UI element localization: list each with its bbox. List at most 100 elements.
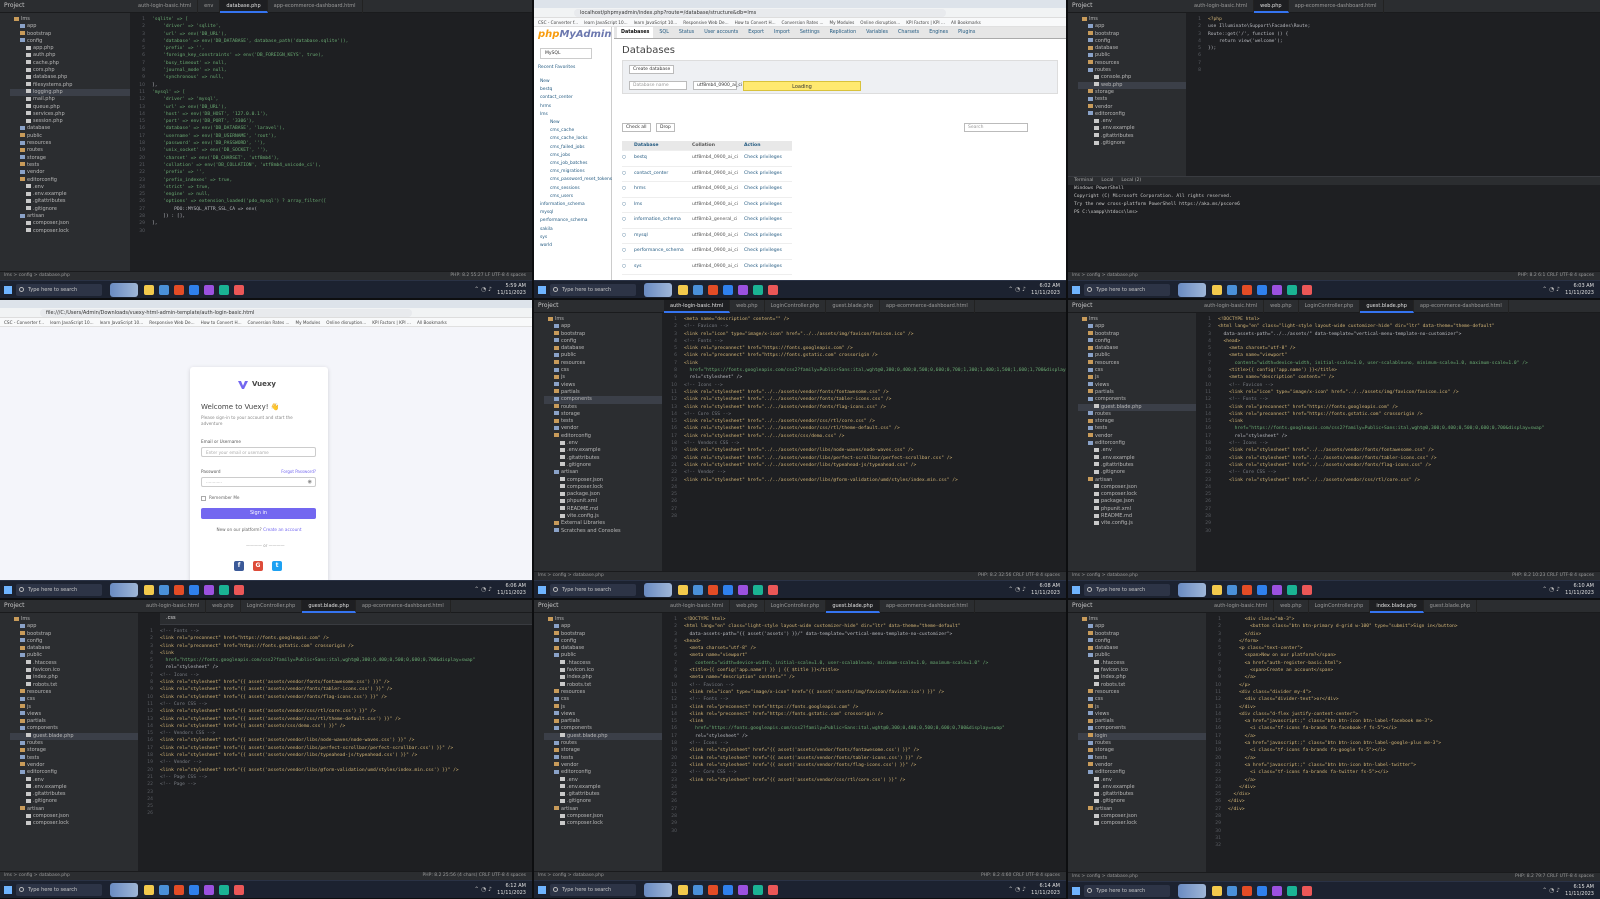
tree-item[interactable]: tests [10, 755, 138, 762]
server-select[interactable]: MySQL [540, 48, 592, 59]
tree-item[interactable]: composer.lock [10, 820, 138, 827]
system-tray[interactable]: ⌃ ◔ ♪ [474, 586, 492, 593]
app-icon[interactable] [768, 285, 778, 295]
terminal-tab[interactable]: Terminal [1074, 177, 1093, 185]
tree-item[interactable]: js [544, 374, 662, 381]
tree-item[interactable]: filesystems.php [10, 82, 130, 89]
tree-item[interactable]: tests [1078, 96, 1186, 103]
clock[interactable]: 6:03 AM 11/11/2023 [1565, 283, 1594, 296]
row-checkbox[interactable]: ○ [622, 182, 634, 197]
db-tree-item[interactable]: New [540, 78, 611, 86]
tree-item[interactable]: lms [10, 16, 130, 23]
tree-item[interactable]: vendor [544, 425, 662, 432]
db-tree-item[interactable]: bestq [540, 86, 611, 94]
tool-strip[interactable] [1068, 613, 1078, 872]
tree-item[interactable]: editorconfig [10, 769, 138, 776]
tree-item[interactable]: .env.example [10, 191, 130, 198]
tree-item[interactable]: logging.php [10, 88, 130, 97]
tree-item[interactable]: composer.json [1078, 813, 1206, 820]
tree-item[interactable]: .gitignore [10, 798, 138, 805]
database-name[interactable]: contact_center [634, 167, 692, 182]
tree-item[interactable]: js [10, 704, 138, 711]
db-tree-item[interactable]: cms_users [540, 193, 611, 201]
tree-item[interactable]: app [544, 623, 662, 630]
tree-item[interactable]: config [10, 38, 130, 45]
db-tree-item[interactable]: world [540, 242, 611, 250]
tree-item[interactable]: vendor [1078, 433, 1196, 440]
row-checkbox[interactable]: ○ [622, 198, 634, 213]
app-icon[interactable] [678, 885, 688, 895]
remember-checkbox[interactable] [201, 495, 206, 501]
editor-tab[interactable]: guest.blade.php [826, 600, 880, 613]
tree-item[interactable]: .env [10, 777, 138, 784]
pma-nav-tab[interactable]: Export [744, 27, 768, 38]
app-icon[interactable] [1302, 886, 1312, 896]
database-name[interactable]: mysql [634, 229, 692, 244]
editor-tab[interactable]: LoginController.php [765, 300, 827, 313]
tree-item[interactable]: vite.config.js [1078, 520, 1196, 527]
tree-item[interactable]: editorconfig [544, 769, 662, 776]
email-field[interactable]: Enter your email or username [201, 447, 316, 457]
windows-start-icon[interactable] [4, 586, 12, 594]
create-database-link[interactable]: Create database [629, 65, 675, 74]
tree-item[interactable]: cache.php [10, 60, 130, 67]
app-icon[interactable] [753, 585, 763, 595]
db-tree-item[interactable]: contact_center [540, 94, 611, 102]
taskbar-search[interactable]: Type here to search [16, 884, 102, 896]
bookmark-item[interactable]: Responsive Web De... [683, 18, 728, 26]
taskbar-search[interactable]: Type here to search [550, 884, 636, 896]
pma-nav-tab[interactable]: Plugins [954, 27, 979, 38]
tree-item[interactable]: storage [10, 747, 138, 754]
app-icon[interactable] [768, 885, 778, 895]
tree-item[interactable]: console.php [1078, 74, 1186, 81]
windows-start-icon[interactable] [538, 586, 546, 594]
app-icon[interactable] [693, 285, 703, 295]
taskbar-search[interactable]: Type here to search [16, 284, 102, 296]
tree-item[interactable]: tests [1078, 755, 1206, 762]
tree-item[interactable]: app [1078, 323, 1196, 330]
bookmark-item[interactable]: All Bookmarks [951, 18, 981, 26]
database-name[interactable]: bestq [634, 151, 692, 166]
tree-item[interactable]: package.json [544, 491, 662, 498]
windows-start-icon[interactable] [4, 286, 12, 294]
tree-item[interactable]: index.php [1078, 674, 1206, 681]
tree-item[interactable]: storage [1078, 89, 1186, 96]
tree-item[interactable]: .env.example [10, 784, 138, 791]
pma-nav-tab[interactable]: User accounts [700, 27, 742, 38]
app-icon[interactable] [159, 585, 169, 595]
app-icon[interactable] [174, 585, 184, 595]
remember-me[interactable]: Remember Me [201, 495, 240, 501]
tree-item[interactable]: resources [544, 360, 662, 367]
clock[interactable]: 6:10 AM 11/11/2023 [1565, 583, 1594, 596]
tree-item[interactable]: cors.php [10, 67, 130, 74]
tree-item[interactable]: views [1078, 711, 1206, 718]
taskbar-search[interactable]: Type here to search [1084, 584, 1170, 596]
app-icon[interactable] [1287, 886, 1297, 896]
tree-item[interactable]: .gitattributes [544, 791, 662, 798]
app-icon[interactable] [1242, 886, 1252, 896]
tree-item[interactable]: guest.blade.php [10, 732, 138, 741]
tree-item[interactable]: partials [10, 718, 138, 725]
bookmark-item[interactable]: learn JavaScript 10... [100, 318, 144, 326]
check-privileges-link[interactable]: Check privileges [744, 244, 792, 259]
tree-item[interactable]: .gitattributes [10, 791, 138, 798]
tree-item[interactable]: bootstrap [1078, 331, 1196, 338]
tree-item[interactable]: database [1078, 345, 1196, 352]
tree-item[interactable]: vendor [10, 169, 130, 176]
tree-item[interactable]: README.md [1078, 513, 1196, 520]
editor-tab[interactable]: auth-login-basic.html [664, 600, 731, 613]
editor-tab[interactable]: index.blade.php [1370, 600, 1424, 613]
tree-item[interactable]: tests [10, 162, 130, 169]
tree-item[interactable]: public [544, 652, 662, 659]
find-input[interactable]: .css [166, 615, 176, 621]
code-editor[interactable]: 1 2 3 4 5 6 7 8 9 10 11 12 13 14 15 16 17 18 19 20 21 22 23 24 2… [662, 613, 1066, 871]
tree-item[interactable]: vendor [544, 762, 662, 769]
tree-item[interactable]: .gitattributes [10, 198, 130, 205]
app-icon[interactable] [1302, 585, 1312, 595]
tree-item[interactable]: .env [544, 777, 662, 784]
tree-item[interactable]: app.php [10, 45, 130, 52]
tree-item[interactable]: guest.blade.php [1078, 403, 1196, 411]
tree-item[interactable]: app [1078, 23, 1186, 30]
column-header[interactable]: Action [744, 141, 792, 150]
app-icon[interactable] [1242, 285, 1252, 295]
